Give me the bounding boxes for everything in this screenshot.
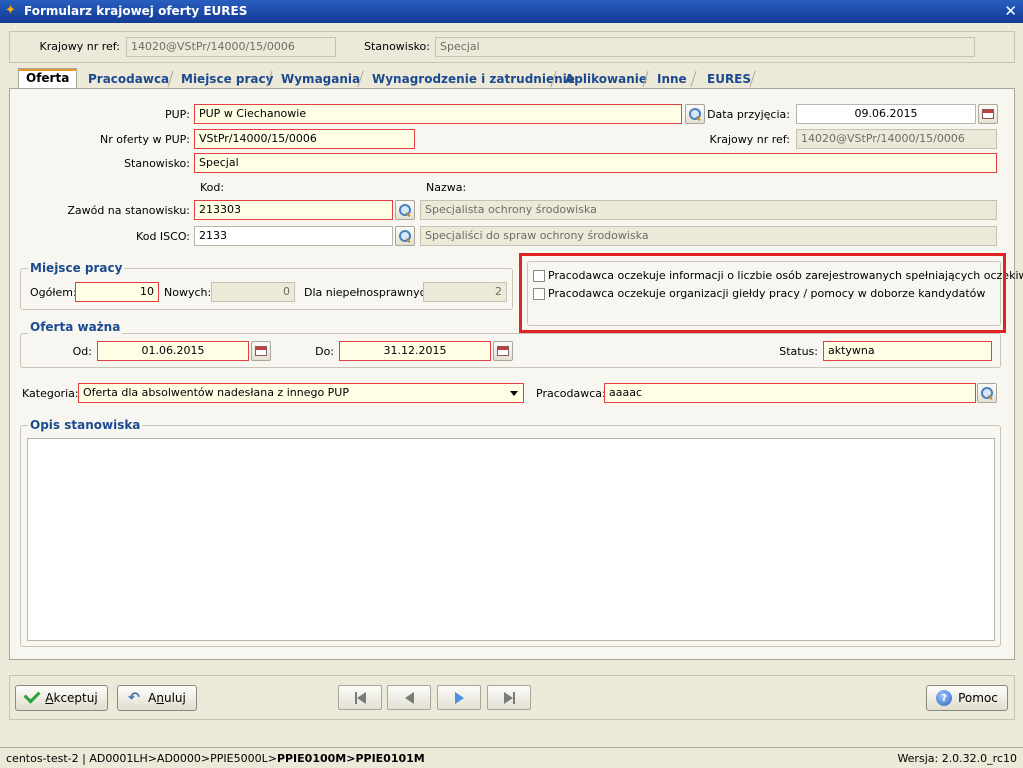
tab-inne[interactable]: Inne [649,69,695,88]
close-icon[interactable]: ✕ [1004,2,1017,20]
header-position-label: Stanowisko: [364,40,430,53]
employer-field[interactable]: aaaac [604,383,976,403]
from-field[interactable]: 01.06.2015 [97,341,249,361]
calendar-icon [255,346,267,356]
validity-group-title: Oferta ważna [28,320,123,334]
pup-field[interactable]: PUP w Ciechanowie [194,104,682,124]
cancel-label: Anuluj [148,691,186,705]
status-field[interactable]: aktywna [823,341,992,361]
window-title: Formularz krajowej oferty EURES [24,4,248,18]
date-calendar-button[interactable] [978,104,998,124]
date-field[interactable]: 09.06.2015 [796,104,976,124]
isco-label: Kod ISCO: [136,230,190,243]
offer-no-field[interactable]: VStPr/14000/15/0006 [194,129,415,149]
cancel-button[interactable]: ↶ Anuluj [117,685,197,711]
header-position-field[interactable]: Specjal [435,37,975,57]
description-group-title: Opis stanowiska [28,418,143,432]
isco-name-field[interactable]: Specjaliści do spraw ochrony środowiska [420,226,997,246]
total-label: Ogółem: [30,286,77,299]
prev-icon [404,691,414,704]
search-icon [399,230,411,242]
accept-button[interactable]: Akceptuj [15,685,108,711]
position-label: Stanowisko: [124,157,190,170]
nat-ref-field[interactable]: 14020@VStPr/14000/15/0006 [796,129,997,149]
help-label: Pomoc [958,691,998,705]
nat-ref-label: Krajowy nr ref: [709,133,791,146]
next-icon [454,691,464,704]
new-field[interactable]: 0 [211,282,295,302]
status-version: Wersja: 2.0.32.0_rc10 [897,752,1017,765]
header-ref-field[interactable]: 14020@VStPr/14000/15/0006 [126,37,336,57]
name-header: Nazwa: [426,181,467,194]
status-label: Status: [779,345,818,358]
prev-record-button[interactable] [387,685,431,710]
tab-aplikowanie[interactable]: Aplikowanie [557,69,655,88]
employer-label: Pracodawca: [536,387,606,400]
calendar-icon [982,109,994,119]
tab-oferta[interactable]: Oferta [18,68,78,89]
from-calendar-button[interactable] [251,341,271,361]
first-arrow-icon [356,691,366,704]
description-textarea[interactable] [27,438,995,641]
status-bar: centos-test-2 | AD0001LH>AD0000>PPIE5000… [0,747,1023,768]
tab-pracodawca[interactable]: Pracodawca [80,69,177,88]
title-bar: ✦ Formularz krajowej oferty EURES ✕ [0,0,1023,23]
next-record-button[interactable] [437,685,481,710]
calendar-icon [497,346,509,356]
category-label: Kategoria: [22,387,79,400]
search-icon [399,204,411,216]
last-record-button[interactable] [487,685,531,710]
occupation-label: Zawód na stanowisku: [67,204,190,217]
total-field[interactable]: 10 [75,282,159,302]
offer-no-label: Nr oferty w PUP: [100,133,190,146]
tab-miejsce-pracy[interactable]: Miejsce pracy [173,69,281,88]
chevron-down-icon[interactable] [510,391,518,396]
status-path: centos-test-2 | AD0001LH>AD0000>PPIE5000… [6,752,425,765]
occupation-search-button[interactable] [395,200,415,220]
to-calendar-button[interactable] [493,341,513,361]
last-icon [512,691,515,704]
from-label: Od: [72,345,92,358]
workplace-group-title: Miejsce pracy [28,261,125,275]
accept-label: Akceptuj [45,691,98,705]
occupation-name-field[interactable]: Specjalista ochrony środowiska [420,200,997,220]
code-header: Kod: [200,181,225,194]
to-label: Do: [315,345,334,358]
occupation-code-field[interactable]: 213303 [194,200,393,220]
header-ref-label: Krajowy nr ref: [39,40,121,53]
position-field[interactable]: Specjal [194,153,997,173]
category-select[interactable]: Oferta dla absolwentów nadesłana z inneg… [78,383,524,403]
employer-search-button[interactable] [977,383,997,403]
search-icon [981,387,993,399]
check-icon [23,686,41,704]
disabled-field[interactable]: 2 [423,282,507,302]
to-field[interactable]: 31.12.2015 [339,341,491,361]
first-record-button[interactable] [338,685,382,710]
date-label: Data przyjęcia: [707,108,790,121]
last-arrow-icon [503,691,513,704]
isco-search-button[interactable] [395,226,415,246]
disabled-label: Dla niepełnosprawnych: [304,286,437,299]
highlight-frame [519,253,1006,333]
app-icon: ✦ [5,3,16,18]
help-button[interactable]: ? Pomoc [926,685,1008,711]
isco-code-field[interactable]: 2133 [194,226,393,246]
new-label: Nowych: [164,286,212,299]
help-icon: ? [936,690,953,706]
undo-icon: ↶ [128,690,140,706]
pup-label: PUP: [164,108,190,121]
tab-wymagania[interactable]: Wymagania [273,69,368,88]
